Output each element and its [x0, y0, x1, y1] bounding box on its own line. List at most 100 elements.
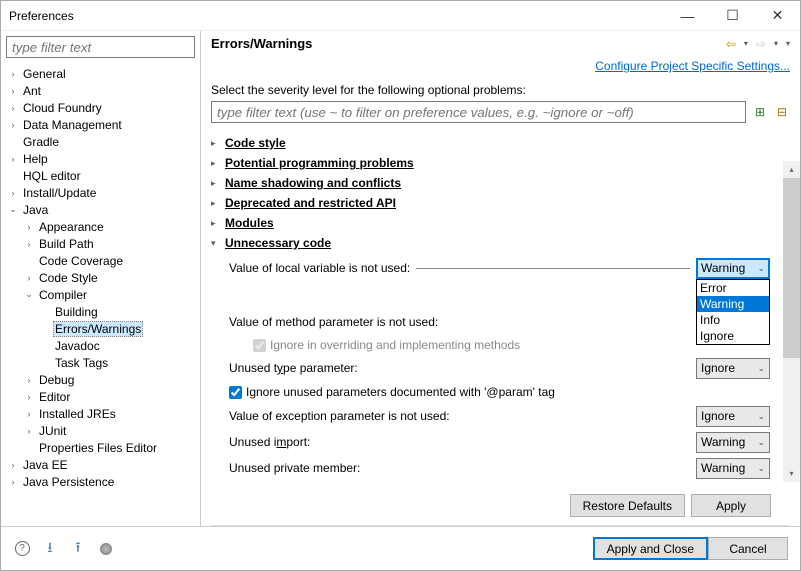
- tree-item-label: Install/Update: [21, 186, 98, 200]
- page-heading: Errors/Warnings: [211, 36, 312, 51]
- chevron-right-icon[interactable]: ›: [23, 408, 35, 420]
- tree-item-gradle[interactable]: Gradle: [1, 133, 200, 150]
- dropdown-option-error[interactable]: Error: [697, 280, 769, 296]
- tree-item-junit[interactable]: ›JUnit: [1, 422, 200, 439]
- chevron-down-icon[interactable]: ⌄: [7, 204, 19, 216]
- tree-item-editor[interactable]: ›Editor: [1, 388, 200, 405]
- apply-button[interactable]: Apply: [691, 494, 771, 517]
- preferences-tree[interactable]: ›General›Ant›Cloud Foundry›Data Manageme…: [1, 63, 200, 526]
- tree-item-java-ee[interactable]: ›Java EE: [1, 456, 200, 473]
- tree-item-installed-jres[interactable]: ›Installed JREs: [1, 405, 200, 422]
- maximize-button[interactable]: ☐: [710, 1, 755, 31]
- chevron-down-icon[interactable]: ⌄: [23, 289, 35, 301]
- chevron-right-icon[interactable]: ›: [7, 153, 19, 165]
- ignore-param-checkbox[interactable]: [229, 386, 242, 399]
- chevron-right-icon[interactable]: ›: [7, 85, 19, 97]
- chevron-right-icon[interactable]: ▸: [211, 218, 221, 229]
- local-var-select[interactable]: Warning⌄: [696, 258, 770, 279]
- chevron-down-icon[interactable]: ▾: [211, 238, 221, 249]
- oomphe-icon[interactable]: [97, 540, 115, 558]
- sidebar-filter-input[interactable]: [6, 36, 195, 58]
- category-potential-programming-problems[interactable]: ▸Potential programming problems: [211, 153, 770, 173]
- tree-item-code-coverage[interactable]: Code Coverage: [1, 252, 200, 269]
- expand-all-icon[interactable]: ⊞: [752, 104, 768, 120]
- tree-item-cloud-foundry[interactable]: ›Cloud Foundry: [1, 99, 200, 116]
- tree-item-debug[interactable]: ›Debug: [1, 371, 200, 388]
- help-icon[interactable]: ?: [13, 540, 31, 558]
- chevron-right-icon[interactable]: ›: [23, 425, 35, 437]
- tree-item-label: Java Persistence: [21, 475, 116, 489]
- config-project-link[interactable]: Configure Project Specific Settings...: [595, 59, 790, 73]
- tree-item-label: Properties Files Editor: [37, 441, 159, 455]
- unused-type-select[interactable]: Ignore⌄: [696, 358, 770, 379]
- collapse-all-icon[interactable]: ⊟: [774, 104, 790, 120]
- unused-import-select[interactable]: Warning⌄: [696, 432, 770, 453]
- exception-select[interactable]: Ignore⌄: [696, 406, 770, 427]
- tree-item-install-update[interactable]: ›Install/Update: [1, 184, 200, 201]
- import-icon[interactable]: ⭳: [41, 540, 59, 558]
- chevron-right-icon[interactable]: ▸: [211, 198, 221, 209]
- chevron-right-icon[interactable]: ›: [7, 187, 19, 199]
- scroll-up-icon[interactable]: ▴: [783, 161, 800, 178]
- tree-item-compiler[interactable]: ⌄Compiler: [1, 286, 200, 303]
- unused-private-select[interactable]: Warning⌄: [696, 458, 770, 479]
- tree-item-java-persistence[interactable]: ›Java Persistence: [1, 473, 200, 490]
- chevron-right-icon[interactable]: ›: [7, 459, 19, 471]
- severity-dropdown-list[interactable]: ErrorWarningInfoIgnore: [696, 279, 770, 345]
- chevron-right-icon[interactable]: ›: [7, 476, 19, 488]
- chevron-right-icon[interactable]: ›: [7, 68, 19, 80]
- category-deprecated-and-restricted-api[interactable]: ▸Deprecated and restricted API: [211, 193, 770, 213]
- sidebar: ›General›Ant›Cloud Foundry›Data Manageme…: [1, 31, 201, 526]
- tree-item-general[interactable]: ›General: [1, 65, 200, 82]
- tree-item-appearance[interactable]: ›Appearance: [1, 218, 200, 235]
- ignore-overriding-row: Ignore in overriding and implementing me…: [229, 335, 770, 355]
- close-button[interactable]: ✕: [755, 1, 800, 31]
- scrollbar[interactable]: ▴ ▾: [783, 161, 800, 482]
- chevron-right-icon[interactable]: ▸: [211, 178, 221, 189]
- export-icon[interactable]: ⭱: [69, 540, 87, 558]
- apply-and-close-button[interactable]: Apply and Close: [593, 537, 708, 560]
- forward-menu-icon[interactable]: ▾: [774, 39, 778, 48]
- category-code-style[interactable]: ▸Code style: [211, 133, 770, 153]
- tree-item-hql-editor[interactable]: HQL editor: [1, 167, 200, 184]
- back-icon[interactable]: ⇦: [726, 37, 736, 51]
- tree-item-data-management[interactable]: ›Data Management: [1, 116, 200, 133]
- chevron-right-icon[interactable]: ▸: [211, 158, 221, 169]
- chevron-right-icon[interactable]: ›: [7, 102, 19, 114]
- chevron-right-icon[interactable]: ▸: [211, 138, 221, 149]
- tree-item-ant[interactable]: ›Ant: [1, 82, 200, 99]
- dropdown-option-info[interactable]: Info: [697, 312, 769, 328]
- chevron-right-icon[interactable]: ›: [23, 374, 35, 386]
- scroll-thumb[interactable]: [783, 178, 800, 358]
- cancel-button[interactable]: Cancel: [708, 537, 788, 560]
- tree-item-build-path[interactable]: ›Build Path: [1, 235, 200, 252]
- chevron-right-icon[interactable]: ›: [7, 119, 19, 131]
- tree-item-errors-warnings[interactable]: Errors/Warnings: [1, 320, 200, 337]
- main-panel: Errors/Warnings ⇦ ▾ ⇨ ▾ ▾ Configure Proj…: [201, 31, 800, 526]
- back-menu-icon[interactable]: ▾: [744, 39, 748, 48]
- tree-item-help[interactable]: ›Help: [1, 150, 200, 167]
- dropdown-option-ignore[interactable]: Ignore: [697, 328, 769, 344]
- category-unnecessary-code[interactable]: ▾Unnecessary code: [211, 233, 770, 253]
- chevron-right-icon[interactable]: ›: [23, 391, 35, 403]
- tree-item-javadoc[interactable]: Javadoc: [1, 337, 200, 354]
- instruction-label: Select the severity level for the follow…: [211, 83, 790, 97]
- forward-icon[interactable]: ⇨: [756, 37, 766, 51]
- tree-item-java[interactable]: ⌄Java: [1, 201, 200, 218]
- tree-item-building[interactable]: Building: [1, 303, 200, 320]
- chevron-right-icon[interactable]: ›: [23, 221, 35, 233]
- restore-defaults-button[interactable]: Restore Defaults: [570, 494, 685, 517]
- category-name-shadowing-and-conflicts[interactable]: ▸Name shadowing and conflicts: [211, 173, 770, 193]
- view-menu-icon[interactable]: ▾: [786, 39, 790, 48]
- search-input[interactable]: [211, 101, 746, 123]
- tree-item-properties-files-editor[interactable]: Properties Files Editor: [1, 439, 200, 456]
- minimize-button[interactable]: —: [665, 1, 710, 31]
- dropdown-option-warning[interactable]: Warning: [697, 296, 769, 312]
- category-modules[interactable]: ▸Modules: [211, 213, 770, 233]
- tree-item-task-tags[interactable]: Task Tags: [1, 354, 200, 371]
- tree-item-label: Gradle: [21, 135, 61, 149]
- scroll-down-icon[interactable]: ▾: [783, 465, 800, 482]
- chevron-right-icon[interactable]: ›: [23, 238, 35, 250]
- chevron-right-icon[interactable]: ›: [23, 272, 35, 284]
- tree-item-code-style[interactable]: ›Code Style: [1, 269, 200, 286]
